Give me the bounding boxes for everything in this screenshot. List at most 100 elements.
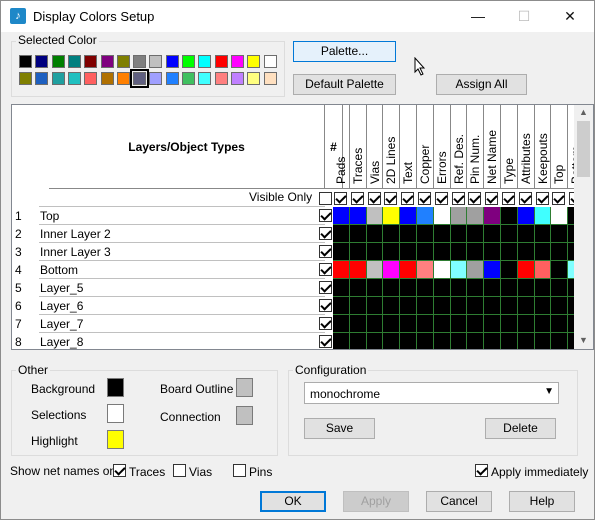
color-cell[interactable] <box>349 207 367 225</box>
color-cell[interactable] <box>534 297 552 315</box>
palette-swatch[interactable] <box>149 55 163 68</box>
color-cell[interactable] <box>366 333 384 349</box>
layer-visible-checkbox[interactable] <box>319 317 332 330</box>
visible-only-checkbox[interactable] <box>319 192 332 205</box>
color-cell[interactable] <box>551 333 569 349</box>
assign-all-button[interactable]: Assign All <box>436 74 527 95</box>
palette-button[interactable]: Palette... <box>293 41 396 62</box>
color-cell[interactable] <box>517 333 535 349</box>
color-cell[interactable] <box>433 261 451 279</box>
palette-swatch[interactable] <box>263 55 277 68</box>
color-cell[interactable] <box>450 279 468 297</box>
palette-swatch[interactable] <box>84 72 98 85</box>
color-cell[interactable] <box>433 315 451 333</box>
color-cell[interactable] <box>450 297 468 315</box>
color-cell[interactable] <box>467 225 485 243</box>
layer-visible-checkbox[interactable] <box>319 335 332 348</box>
color-cell[interactable] <box>433 333 451 349</box>
highlight-color-box[interactable] <box>107 430 124 449</box>
palette-swatch[interactable] <box>198 55 212 68</box>
column-visible-checkbox[interactable] <box>418 192 431 205</box>
color-cell[interactable] <box>501 225 518 243</box>
column-visible-checkbox[interactable] <box>401 192 415 205</box>
color-cell[interactable] <box>450 333 468 349</box>
color-cell[interactable] <box>501 333 518 349</box>
color-cell[interactable] <box>467 261 485 279</box>
color-cell[interactable] <box>383 315 401 333</box>
color-cell[interactable] <box>501 315 518 333</box>
color-cell[interactable] <box>349 333 367 349</box>
color-cell[interactable] <box>484 279 501 297</box>
column-visible-checkbox[interactable] <box>451 192 465 205</box>
color-cell[interactable] <box>383 279 401 297</box>
scroll-thumb[interactable] <box>577 121 590 177</box>
color-cell[interactable] <box>433 297 451 315</box>
default-palette-button[interactable]: Default Palette <box>293 74 396 95</box>
palette-swatch[interactable] <box>51 55 65 68</box>
layer-visible-checkbox[interactable] <box>319 299 332 312</box>
color-cell[interactable] <box>501 261 518 279</box>
color-cell[interactable] <box>400 279 417 297</box>
palette-swatch[interactable] <box>247 55 261 68</box>
color-cell[interactable] <box>349 243 367 261</box>
column-visible-checkbox[interactable] <box>434 192 448 205</box>
color-cell[interactable] <box>467 315 485 333</box>
palette-swatch[interactable] <box>35 55 49 68</box>
column-visible-checkbox[interactable] <box>502 192 515 205</box>
color-cell[interactable] <box>534 333 552 349</box>
background-color-box[interactable] <box>107 378 124 397</box>
palette-swatch[interactable] <box>182 55 195 68</box>
color-cell[interactable] <box>333 297 350 315</box>
color-cell[interactable] <box>333 225 350 243</box>
color-cell[interactable] <box>400 333 417 349</box>
color-cell[interactable] <box>349 225 367 243</box>
color-cell[interactable] <box>417 333 434 349</box>
color-cell[interactable] <box>551 207 569 225</box>
palette-swatch[interactable] <box>165 72 179 85</box>
color-cell[interactable] <box>534 207 552 225</box>
traces-checkbox[interactable] <box>113 464 126 477</box>
palette-swatch[interactable] <box>149 72 163 85</box>
layer-visible-checkbox[interactable] <box>319 209 332 222</box>
palette-swatch[interactable] <box>182 72 195 85</box>
color-cell[interactable] <box>383 207 401 225</box>
color-cell[interactable] <box>551 243 569 261</box>
color-cell[interactable] <box>417 315 434 333</box>
color-cell[interactable] <box>383 243 401 261</box>
color-cell[interactable] <box>417 243 434 261</box>
color-cell[interactable] <box>383 225 401 243</box>
selections-color-box[interactable] <box>107 404 124 423</box>
color-cell[interactable] <box>366 297 384 315</box>
color-cell[interactable] <box>383 261 401 279</box>
vias-checkbox[interactable] <box>173 464 186 477</box>
connection-color-box[interactable] <box>236 406 253 425</box>
palette-swatch[interactable] <box>165 55 179 68</box>
board-outline-color-box[interactable] <box>236 378 253 397</box>
color-cell[interactable] <box>349 297 367 315</box>
column-visible-checkbox[interactable] <box>468 192 482 205</box>
color-cell[interactable] <box>366 315 384 333</box>
color-cell[interactable] <box>400 243 417 261</box>
palette-swatch[interactable] <box>230 72 244 85</box>
palette-swatch[interactable] <box>51 72 65 85</box>
color-cell[interactable] <box>366 261 384 279</box>
configuration-select[interactable]: monochrome ▼ <box>304 382 559 404</box>
color-cell[interactable] <box>467 207 485 225</box>
color-cell[interactable] <box>534 315 552 333</box>
color-cell[interactable] <box>517 297 535 315</box>
color-cell[interactable] <box>467 279 485 297</box>
color-cell[interactable] <box>366 225 384 243</box>
column-visible-checkbox[interactable] <box>485 192 499 205</box>
color-cell[interactable] <box>467 297 485 315</box>
color-cell[interactable] <box>333 261 350 279</box>
palette-swatch[interactable] <box>116 72 130 85</box>
color-cell[interactable] <box>417 225 434 243</box>
palette-swatch[interactable] <box>100 72 114 85</box>
scroll-up-icon[interactable]: ▲ <box>579 107 588 117</box>
color-cell[interactable] <box>383 297 401 315</box>
color-cell[interactable] <box>450 315 468 333</box>
color-cell[interactable] <box>551 315 569 333</box>
palette-swatch[interactable] <box>133 55 147 68</box>
color-cell[interactable] <box>450 225 468 243</box>
color-cell[interactable] <box>366 243 384 261</box>
